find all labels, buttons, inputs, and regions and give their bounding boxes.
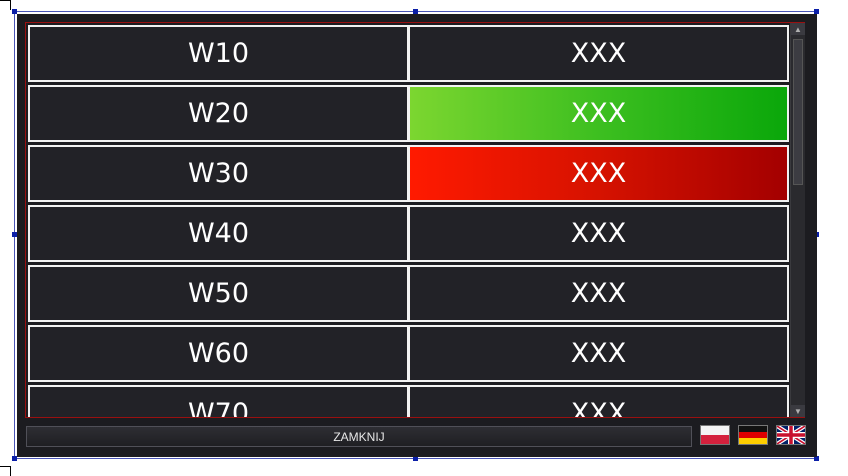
corner-mark xyxy=(0,0,10,1)
row-label: W20 xyxy=(28,85,409,142)
scroll-down-arrow-icon[interactable]: ▼ xyxy=(791,405,805,417)
corner-mark xyxy=(0,466,10,467)
flag-poland-icon[interactable] xyxy=(700,425,730,445)
corner-mark xyxy=(10,466,11,476)
scroll-up-arrow-icon[interactable]: ▲ xyxy=(791,23,805,35)
scrollbar-thumb[interactable] xyxy=(793,39,803,185)
row-value: XXX xyxy=(408,25,789,82)
data-panel: W10 XXX W20 XXX W30 XXX W40 XXX W50 XXX … xyxy=(17,14,817,457)
row-value: XXX xyxy=(408,325,789,382)
table-viewport[interactable]: W10 XXX W20 XXX W30 XXX W40 XXX W50 XXX … xyxy=(25,22,805,418)
row-value-alarm: XXX xyxy=(408,145,789,202)
flag-germany-icon[interactable] xyxy=(738,425,768,445)
row-label: W40 xyxy=(28,205,409,262)
row-label: W10 xyxy=(28,25,409,82)
row-value: XXX xyxy=(408,205,789,262)
vertical-scrollbar[interactable]: ▲ ▼ xyxy=(790,23,805,417)
corner-mark xyxy=(10,0,11,10)
row-label: W70 xyxy=(28,385,409,417)
row-label: W60 xyxy=(28,325,409,382)
row-value: XXX xyxy=(408,265,789,322)
row-value-ok: XXX xyxy=(408,85,789,142)
row-value: XXX xyxy=(408,385,789,417)
flag-uk-icon[interactable] xyxy=(775,424,807,446)
row-label: W50 xyxy=(28,265,409,322)
row-label: W30 xyxy=(28,145,409,202)
close-button[interactable]: ZAMKNIJ xyxy=(26,426,692,447)
